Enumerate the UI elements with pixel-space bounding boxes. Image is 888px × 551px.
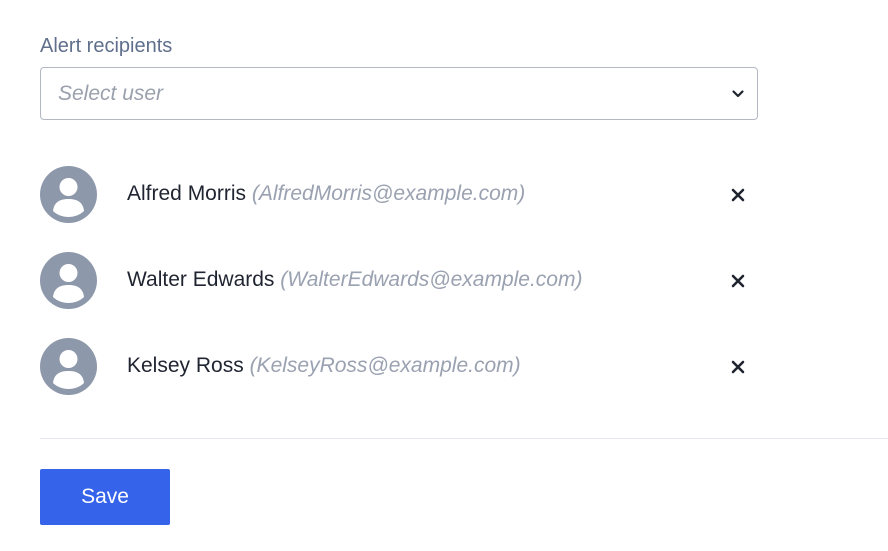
user-avatar-icon bbox=[40, 252, 97, 309]
recipient-item: Alfred Morris (AlfredMorris@example.com) bbox=[40, 166, 760, 252]
alert-recipients-label: Alert recipients bbox=[40, 35, 173, 57]
select-user-dropdown[interactable]: Select user bbox=[40, 67, 758, 120]
recipient-text: Kelsey Ross (KelseyRoss@example.com) bbox=[127, 352, 521, 380]
recipient-name: Alfred Morris bbox=[127, 182, 247, 205]
user-avatar-icon bbox=[40, 166, 97, 223]
recipient-list: Alfred Morris (AlfredMorris@example.com)… bbox=[40, 166, 760, 424]
recipient-email: (KelseyRoss@example.com) bbox=[249, 354, 521, 377]
recipient-text: Alfred Morris (AlfredMorris@example.com) bbox=[127, 180, 525, 208]
recipient-item: Walter Edwards (WalterEdwards@example.co… bbox=[40, 252, 760, 338]
recipient-email: (AlfredMorris@example.com) bbox=[251, 182, 526, 205]
user-avatar-icon bbox=[40, 338, 97, 395]
recipient-email: (WalterEdwards@example.com) bbox=[280, 268, 583, 291]
close-icon[interactable] bbox=[728, 271, 748, 291]
divider bbox=[40, 438, 888, 439]
close-icon[interactable] bbox=[728, 185, 748, 205]
save-button[interactable]: Save bbox=[40, 469, 170, 525]
close-icon[interactable] bbox=[728, 357, 748, 377]
select-user-placeholder: Select user bbox=[58, 82, 164, 105]
recipient-name: Kelsey Ross bbox=[127, 354, 244, 377]
recipient-name: Walter Edwards bbox=[127, 268, 275, 291]
chevron-down-icon bbox=[732, 90, 744, 98]
recipient-text: Walter Edwards (WalterEdwards@example.co… bbox=[127, 266, 582, 294]
alert-recipients-form: Alert recipients Select user Alfred Morr… bbox=[0, 0, 888, 551]
recipient-item: Kelsey Ross (KelseyRoss@example.com) bbox=[40, 338, 760, 424]
